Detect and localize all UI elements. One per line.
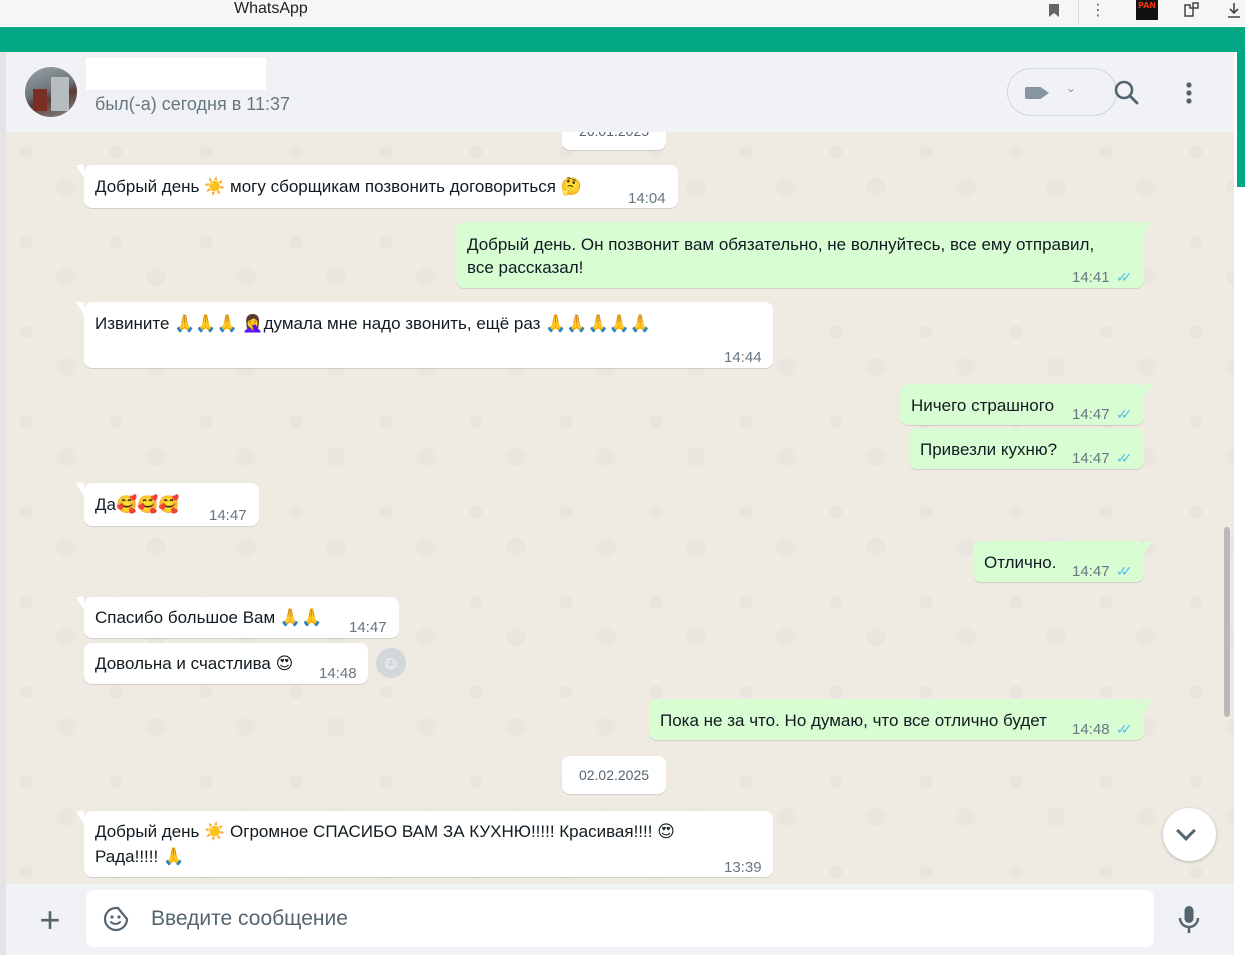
message-text-line2: Рада!!!!! 🙏 [95, 847, 185, 866]
message-incoming[interactable]: Довольна и счастлива 😍 14:48 [84, 643, 368, 684]
message-time: 14:47 [1072, 563, 1110, 580]
message-outgoing[interactable]: Привезли кухню? 14:47 ✓✓ [909, 428, 1144, 469]
message-text: Добрый день ☀️ могу сборщикам позвонить … [95, 177, 582, 196]
message-text: Ничего страшного [911, 396, 1055, 415]
message-text-line2: все рассказал! [467, 258, 584, 277]
scrollbar[interactable] [1224, 527, 1230, 717]
message-text-line1: Добрый день. Он позвонит вам обязательно… [467, 235, 1095, 254]
more-vertical-icon[interactable]: ⋮ [1087, 0, 1109, 20]
message-incoming[interactable]: Добрый день ☀️ могу сборщикам позвонить … [76, 165, 678, 208]
video-camera-icon [1025, 87, 1049, 99]
message-text: Спасибо большое Вам 🙏🙏 [95, 608, 323, 627]
microphone-icon[interactable] [1176, 904, 1202, 936]
message-time: 14:47 [349, 619, 387, 636]
conversation-panel: был(-а) сегодня в 11:37 ⌄ 26.01.2025 Доб… [6, 52, 1234, 955]
extension-pan-icon[interactable]: PAN [1136, 0, 1158, 20]
scroll-to-bottom-button[interactable] [1163, 808, 1216, 861]
bookmark-icon[interactable] [1043, 0, 1065, 20]
composer-bar: + Введите сообщение [6, 884, 1234, 955]
tab-title: WhatsApp [234, 0, 308, 17]
message-outgoing[interactable]: Отлично. 14:47 ✓✓ [973, 541, 1152, 582]
date-chip: 02.02.2025 [562, 756, 666, 794]
message-input[interactable]: Введите сообщение [86, 890, 1154, 947]
contact-name-redacted [86, 58, 266, 90]
message-time: 14:48 [1072, 721, 1110, 738]
message-incoming[interactable]: Спасибо большое Вам 🙏🙏 14:47 [76, 597, 399, 638]
extensions-icon[interactable] [1180, 0, 1202, 20]
read-receipt-icon: ✓✓ [1116, 406, 1133, 422]
message-incoming[interactable]: Добрый день ☀️ Огромное СПАСИБО ВАМ ЗА К… [76, 811, 773, 877]
sticker-emoji-icon[interactable] [103, 906, 129, 932]
search-icon[interactable] [1112, 78, 1142, 108]
browser-toolbar: WhatsApp ⋮ PAN [0, 0, 1245, 26]
message-incoming[interactable]: Извините 🙏🙏🙏 🤦‍♀️думала мне надо звонить… [76, 302, 773, 368]
chevron-down-icon [1176, 821, 1196, 841]
message-text: Отлично. [984, 553, 1057, 572]
message-incoming[interactable]: Да🥰🥰🥰 14:47 [76, 483, 259, 526]
read-receipt-icon: ✓✓ [1116, 450, 1133, 466]
message-time: 14:44 [724, 349, 762, 366]
message-outgoing[interactable]: Добрый день. Он позвонит вам обязательно… [456, 222, 1152, 288]
last-seen-status: был(-а) сегодня в 11:37 [95, 94, 291, 114]
message-text-line1: Добрый день ☀️ Огромное СПАСИБО ВАМ ЗА К… [95, 822, 675, 841]
avatar[interactable] [25, 67, 77, 117]
read-receipt-icon: ✓✓ [1116, 563, 1133, 579]
message-time: 14:47 [1072, 406, 1110, 423]
toolbar-divider [1078, 0, 1079, 24]
video-call-button[interactable]: ⌄ [1007, 68, 1117, 116]
message-list[interactable]: 26.01.2025 Добрый день ☀️ могу сборщикам… [6, 132, 1234, 884]
date-chip: 26.01.2025 [562, 132, 666, 150]
message-time: 14:48 [319, 665, 357, 682]
message-time: 14:47 [1072, 450, 1110, 467]
message-text: Да🥰🥰🥰 [95, 495, 180, 514]
read-receipt-icon: ✓✓ [1116, 721, 1133, 737]
message-text: Довольна и счастлива 😍 [95, 654, 294, 673]
download-icon[interactable] [1223, 0, 1245, 20]
conversation-header[interactable]: был(-а) сегодня в 11:37 ⌄ [6, 52, 1234, 132]
message-outgoing[interactable]: Ничего страшного 14:47 ✓✓ [900, 384, 1152, 425]
attach-plus-icon[interactable]: + [36, 902, 64, 938]
message-text: Пока не за что. Но думаю, что все отличн… [660, 711, 1047, 730]
right-panel-edge [1234, 52, 1245, 955]
chevron-down-icon: ⌄ [1066, 81, 1077, 95]
message-text: Привезли кухню? [920, 440, 1058, 459]
menu-icon[interactable] [1178, 80, 1200, 108]
app-top-band [0, 27, 1245, 52]
message-input-placeholder: Введите сообщение [151, 907, 348, 930]
message-time: 13:39 [724, 859, 762, 876]
message-time: 14:47 [209, 507, 247, 524]
react-emoji-icon[interactable]: ☺ [376, 648, 406, 678]
message-outgoing[interactable]: Пока не за что. Но думаю, что все отличн… [649, 699, 1152, 740]
read-receipt-icon: ✓✓ [1116, 269, 1133, 285]
message-text: Извините 🙏🙏🙏 🤦‍♀️думала мне надо звонить… [95, 314, 652, 333]
message-time: 14:41 [1072, 269, 1110, 286]
message-time: 14:04 [628, 190, 666, 207]
